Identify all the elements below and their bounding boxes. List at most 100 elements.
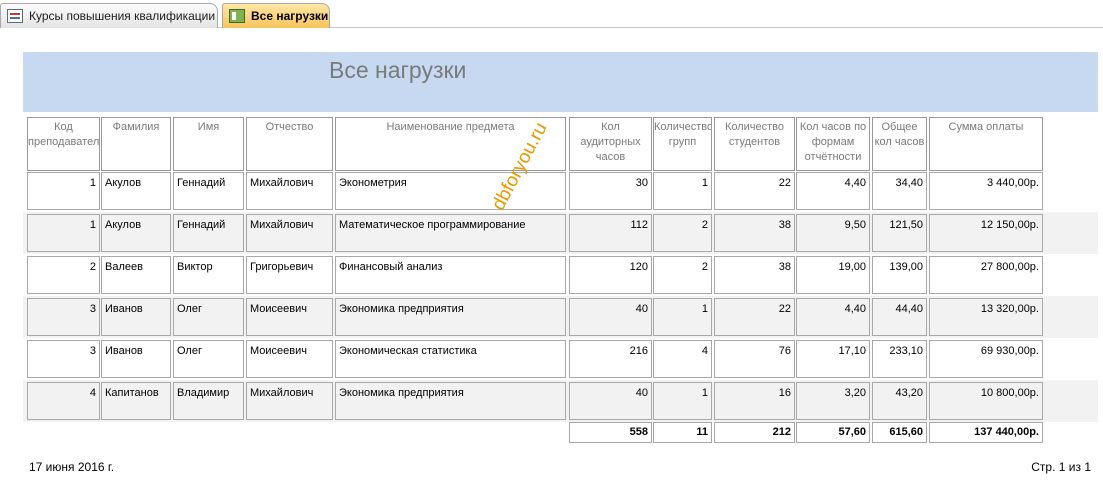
table-cell: Геннадий: [173, 172, 244, 210]
tab-label: Курсы повышения квалификации: [29, 9, 216, 23]
table-cell: 4,40: [796, 172, 870, 210]
table-cell: 121,50: [872, 214, 927, 252]
table-cell: 13 320,00р.: [929, 298, 1043, 336]
table-cell: Моисеевич: [246, 340, 333, 378]
table-cell: Математическое программирование: [335, 214, 566, 252]
table-cell: Геннадий: [173, 214, 244, 252]
table-row: 3 Иванов Олег Моисеевич Экономика предприяти…: [23, 296, 1098, 338]
table-cell: 17,10: [796, 340, 870, 378]
table-cell: 139,00: [872, 256, 927, 294]
column-header: Фамилия: [101, 117, 171, 171]
table-cell: 112: [569, 214, 652, 252]
column-header: Сумма оплаты: [929, 117, 1043, 171]
table-cell: 69 930,00р.: [929, 340, 1043, 378]
report-title: Все нагрузки: [329, 57, 467, 83]
table-cell: 3 440,00р.: [929, 172, 1043, 210]
table-cell: 30: [569, 172, 652, 210]
table-cell: Экономика предприятия: [335, 298, 566, 336]
table-cell: Олег: [173, 298, 244, 336]
table-cell: 216: [569, 340, 652, 378]
table-cell: 44,40: [872, 298, 927, 336]
table-cell: 22: [714, 172, 795, 210]
table-cell: 1: [27, 172, 100, 210]
table-cell: 4: [653, 340, 712, 378]
total-cell: 137 440,00р.: [929, 422, 1043, 443]
column-header: Общее кол часов: [872, 117, 927, 171]
table-cell: 3: [27, 340, 100, 378]
table-cell: 3,20: [796, 382, 870, 420]
column-header: Количество студентов: [714, 117, 795, 171]
table-cell: 34,40: [872, 172, 927, 210]
column-header: Отчество: [246, 117, 333, 171]
table-cell: 22: [714, 298, 795, 336]
table-cell: 2: [653, 214, 712, 252]
table-cell: 40: [569, 382, 652, 420]
table-cell: Михайлович: [246, 382, 333, 420]
table-cell: 2: [27, 256, 100, 294]
table-cell: 19,00: [796, 256, 870, 294]
tab-label: Все нагрузки: [251, 9, 329, 23]
report-view: Все нагрузки Код преподавателя Фамилия Имя…: [0, 29, 1103, 485]
table-cell: 4: [27, 382, 100, 420]
report-icon: [229, 9, 245, 23]
total-cell: 212: [714, 422, 795, 443]
table-cell: 43,20: [872, 382, 927, 420]
document-tab-bar: Курсы повышения квалификации Все нагрузк…: [0, 0, 1103, 28]
total-cell: 11: [653, 422, 712, 443]
table-cell: Капитанов: [101, 382, 171, 420]
tab-courses-form[interactable]: Курсы повышения квалификации: [0, 3, 218, 28]
table-cell: Иванов: [101, 298, 171, 336]
table-cell: 12 150,00р.: [929, 214, 1043, 252]
table-cell: 38: [714, 214, 795, 252]
table-cell: 120: [569, 256, 652, 294]
table-cell: Акулов: [101, 172, 171, 210]
table-cell: Экономика предприятия: [335, 382, 566, 420]
table-cell: 3: [27, 298, 100, 336]
table-cell: 10 800,00р.: [929, 382, 1043, 420]
table-cell: 76: [714, 340, 795, 378]
table-cell: Валеев: [101, 256, 171, 294]
table-cell: 9,50: [796, 214, 870, 252]
table-cell: 38: [714, 256, 795, 294]
table-cell: Эконометрия: [335, 172, 566, 210]
table-cell: Олег: [173, 340, 244, 378]
total-cell: 57,60: [796, 422, 870, 443]
table-cell: Иванов: [101, 340, 171, 378]
column-header: Количество групп: [653, 117, 712, 171]
table-cell: Владимир: [173, 382, 244, 420]
column-header: Код преподавателя: [27, 117, 100, 171]
table-cell: 1: [653, 382, 712, 420]
table-row: 2 Валеев Виктор Григорьевич Финансовый анали…: [23, 254, 1098, 296]
footer-page-number: Стр. 1 из 1: [1031, 460, 1091, 474]
table-cell: 16: [714, 382, 795, 420]
table-cell: 40: [569, 298, 652, 336]
table-cell: Экономическая статистика: [335, 340, 566, 378]
table-cell: 1: [653, 298, 712, 336]
table-cell: 1: [653, 172, 712, 210]
column-header: Имя: [173, 117, 244, 171]
table-cell: Виктор: [173, 256, 244, 294]
table-cell: 27 800,00р.: [929, 256, 1043, 294]
table-row: 1 Акулов Геннадий Михайлович Математическое …: [23, 212, 1098, 254]
table-cell: Финансовый анализ: [335, 256, 566, 294]
table-row: 4 Капитанов Владимир Михайлович Экономика пр…: [23, 380, 1098, 422]
table-cell: Акулов: [101, 214, 171, 252]
form-icon: [7, 9, 23, 23]
tab-all-loads-report[interactable]: Все нагрузки: [222, 3, 330, 28]
table-cell: Михайлович: [246, 172, 333, 210]
table-cell: Моисеевич: [246, 298, 333, 336]
table-cell: 4,40: [796, 298, 870, 336]
report-header: Все нагрузки: [23, 52, 1098, 112]
table-cell: Михайлович: [246, 214, 333, 252]
total-cell: 615,60: [872, 422, 927, 443]
footer-date: 17 июня 2016 г.: [29, 460, 115, 474]
column-header: Кол аудиторных часов: [569, 117, 652, 171]
table-row: 3 Иванов Олег Моисеевич Экономическая статис…: [23, 338, 1098, 380]
table-row: 1 Акулов Геннадий Михайлович Эконометрия 30 1 2…: [23, 170, 1098, 212]
column-header: Кол часов по формам отчётности: [796, 117, 870, 171]
table-cell: 233,10: [872, 340, 927, 378]
table-cell: 2: [653, 256, 712, 294]
table-cell: 1: [27, 214, 100, 252]
table-cell: Григорьевич: [246, 256, 333, 294]
total-cell: 558: [569, 422, 652, 443]
